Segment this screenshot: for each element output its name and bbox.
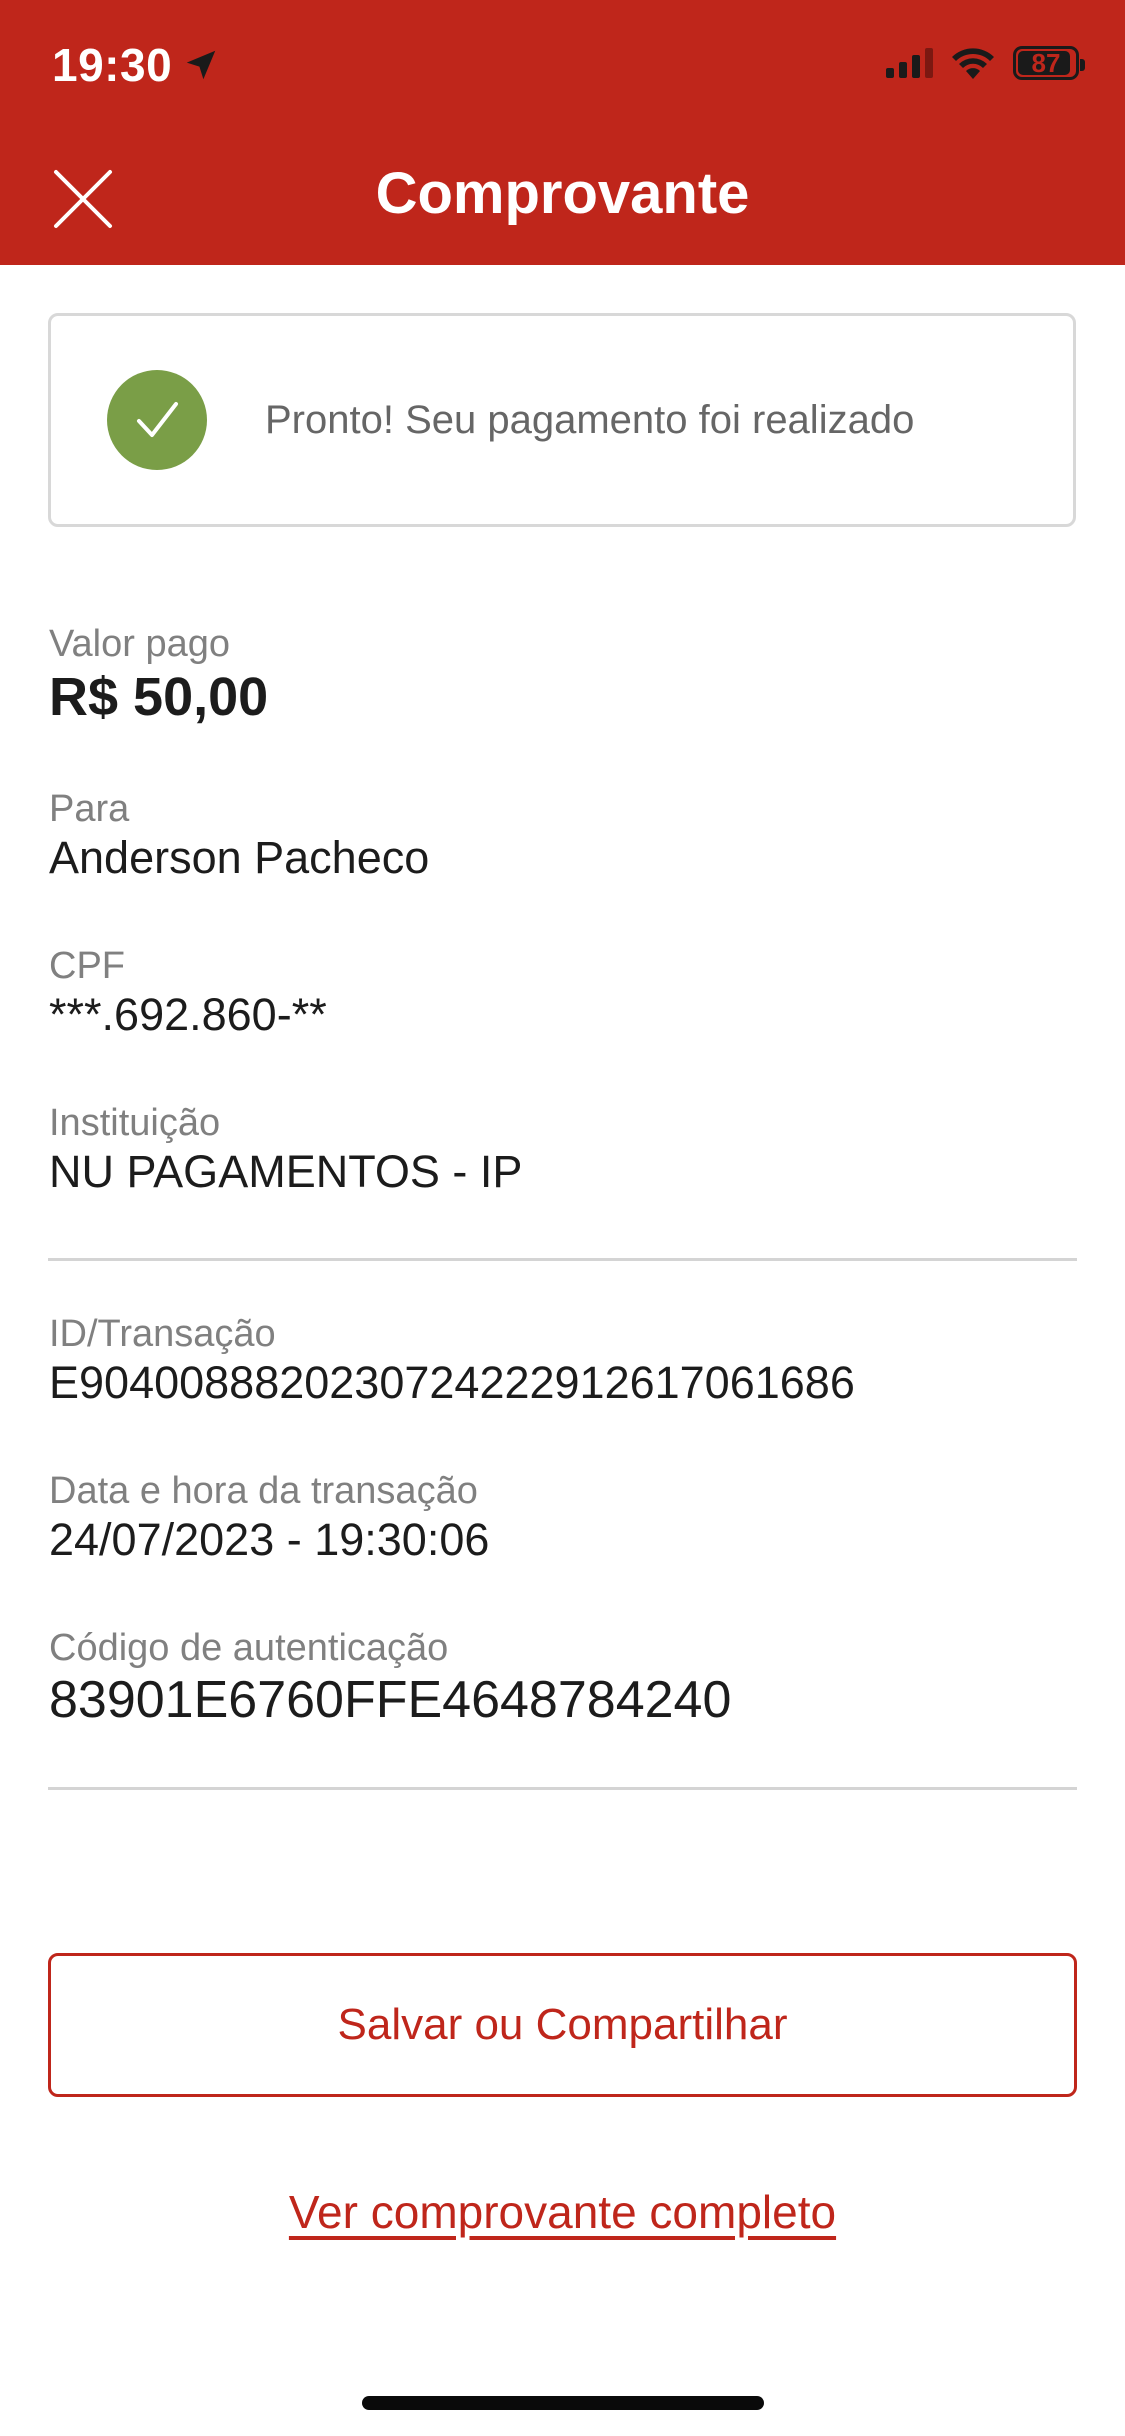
- transaction-id-field: ID/Transação E90400888202307242229126170…: [49, 1312, 1077, 1410]
- auth-code-field: Código de autenticação 83901E6760FFE4648…: [49, 1626, 1077, 1730]
- status-bar: 19:30 87: [0, 0, 1125, 140]
- datetime-label: Data e hora da transação: [49, 1470, 478, 1512]
- view-full-receipt-link[interactable]: Ver comprovante completo: [0, 2185, 1125, 2239]
- success-banner: Pronto! Seu pagamento foi realizado: [48, 313, 1076, 527]
- datetime-field: Data e hora da transação 24/07/2023 - 19…: [49, 1469, 1077, 1567]
- page-title: Comprovante: [375, 161, 750, 226]
- institution-field: Instituição NU PAGAMENTOS - IP: [49, 1101, 1077, 1199]
- header: 19:30 87 Comprovante: [0, 0, 1125, 265]
- auth-code-label: Código de autenticação: [49, 1627, 449, 1669]
- recipient-field: Para Anderson Pacheco: [49, 787, 1077, 885]
- divider: [48, 1787, 1077, 1790]
- save-share-label: Salvar ou Compartilhar: [337, 2000, 788, 2049]
- wifi-icon: [952, 48, 994, 79]
- institution-value: NU PAGAMENTOS - IP: [49, 1146, 523, 1197]
- datetime-value: 24/07/2023 - 19:30:06: [49, 1514, 490, 1565]
- home-indicator[interactable]: [362, 2396, 764, 2410]
- location-arrow-icon: [186, 50, 216, 80]
- receipt-screen: 19:30 87 Comprovante Pronto! Seu pagamen…: [0, 0, 1125, 2436]
- amount-label: Valor pago: [49, 623, 230, 665]
- cpf-label: CPF: [49, 945, 125, 987]
- institution-label: Instituição: [49, 1102, 221, 1144]
- status-time-group: 19:30: [52, 38, 220, 92]
- transaction-id-value: E9040088820230724222912617061686: [49, 1357, 855, 1408]
- status-time: 19:30: [52, 39, 173, 91]
- battery-level: 87: [1031, 47, 1061, 78]
- check-circle-icon: [107, 370, 207, 470]
- transaction-id-label: ID/Transação: [49, 1313, 276, 1355]
- battery-icon: 87: [1013, 46, 1085, 80]
- amount-field: Valor pago R$ 50,00: [49, 622, 1077, 728]
- cpf-field: CPF ***.692.860-**: [49, 944, 1077, 1042]
- auth-code-value: 83901E6760FFE4648784240: [49, 1671, 732, 1729]
- save-share-button[interactable]: Salvar ou Compartilhar: [48, 1953, 1077, 2097]
- divider: [48, 1258, 1077, 1261]
- title-bar: Comprovante: [0, 140, 1125, 265]
- recipient-label: Para: [49, 788, 130, 830]
- amount-value: R$ 50,00: [49, 667, 269, 727]
- status-indicators: 87: [886, 46, 1085, 80]
- cellular-signal-icon: [886, 48, 933, 78]
- success-message: Pronto! Seu pagamento foi realizado: [265, 397, 915, 442]
- recipient-value: Anderson Pacheco: [49, 832, 430, 883]
- cpf-value: ***.692.860-**: [49, 989, 327, 1040]
